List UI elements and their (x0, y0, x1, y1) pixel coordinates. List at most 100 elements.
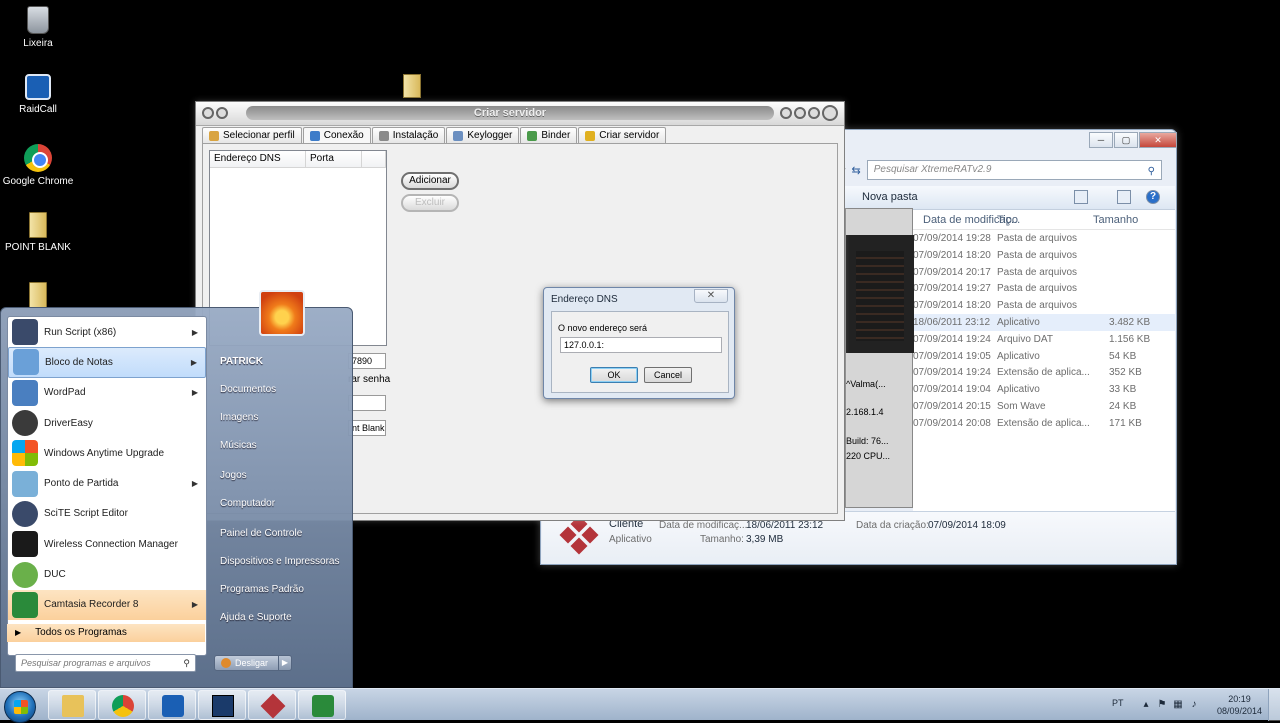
start-item-default-programs[interactable]: Programas Padrão (213, 576, 348, 604)
dialog-close-button[interactable]: ✕ (694, 289, 728, 303)
view-options-icon[interactable] (1074, 190, 1088, 204)
program-item[interactable]: Windows Anytime Upgrade (8, 438, 206, 468)
tray-arrow-icon[interactable]: ▴ (1140, 699, 1152, 711)
file-row[interactable]: 07/09/2014 19:28 Pasta de arquivos (913, 230, 1175, 247)
start-item-games[interactable]: Jogos (213, 462, 348, 490)
file-row[interactable]: 07/09/2014 19:05 Aplicativo 54 KB (913, 348, 1175, 365)
network-icon[interactable]: ▦ (1172, 699, 1184, 711)
ok-button[interactable]: OK (590, 367, 638, 383)
all-programs-button[interactable]: ▶ Todos os Programas (7, 624, 205, 642)
taskbar-camtasia[interactable] (298, 690, 346, 720)
start-item-computer[interactable]: Computador (213, 490, 348, 518)
windows-logo-icon (12, 440, 38, 467)
program-item[interactable]: WordPad ▶ (8, 378, 206, 408)
tab-select-profile[interactable]: Selecionar perfil (202, 127, 302, 143)
file-row[interactable]: 07/09/2014 19:24 Extensão de aplica... 352… (913, 364, 1175, 381)
file-row[interactable]: 07/09/2014 20:17 Pasta de arquivos (913, 264, 1175, 281)
dns-dialog[interactable]: Endereço DNS ✕ O novo endereço será 127.… (543, 287, 735, 399)
tab-installation[interactable]: Instalação (371, 127, 446, 143)
preview-window[interactable]: ^Valma(... 2.168.1.4 Build: 76... 220 CP… (845, 208, 914, 508)
start-search-input[interactable]: Pesquisar programas e arquivos ⚲ (15, 654, 196, 672)
flag-icon[interactable]: ⚑ (1156, 699, 1168, 711)
help-icon[interactable]: ? (1146, 190, 1160, 204)
desktop-icon-chrome[interactable]: Google Chrome (0, 144, 76, 187)
start-item-user[interactable]: PATRICK (213, 348, 348, 376)
file-row[interactable]: 07/09/2014 20:08 Extensão de aplica... 171… (913, 415, 1175, 432)
tab-keylogger[interactable]: Keylogger (446, 127, 520, 143)
file-row[interactable]: 07/09/2014 18:20 Pasta de arquivos (913, 247, 1175, 264)
column-port[interactable]: Porta (306, 151, 362, 168)
close-button[interactable]: ✕ (1139, 132, 1177, 148)
file-list[interactable]: Data de modificaç... Tipo Tamanho 07/09/… (913, 210, 1175, 514)
start-item-control-panel[interactable]: Painel de Controle (213, 520, 348, 548)
start-item-documents[interactable]: Documentos (213, 376, 348, 404)
program-item[interactable]: DUC (8, 559, 206, 589)
taskbar-explorer[interactable] (48, 690, 96, 720)
file-row[interactable]: 07/09/2014 20:15 Som Wave 24 KB (913, 398, 1175, 415)
clock-time: 20:19 (1228, 694, 1251, 704)
show-desktop-button[interactable] (1268, 689, 1280, 721)
title-bar[interactable]: Criar servidor (196, 102, 844, 126)
minimize-button[interactable]: ─ (1089, 132, 1113, 148)
program-item[interactable]: Wireless Connection Manager (8, 529, 206, 559)
password-field[interactable] (348, 395, 386, 411)
add-button[interactable]: Adicionar (401, 172, 459, 190)
preview-pane-icon[interactable] (1117, 190, 1131, 204)
program-item[interactable]: DriverEasy (8, 408, 206, 438)
details-modified-label: Data de modificaç... (659, 520, 748, 531)
program-item-hover[interactable]: Bloco de Notas ▶ (8, 347, 206, 378)
start-button[interactable] (4, 691, 36, 723)
search-icon[interactable]: ⚲ (183, 655, 190, 671)
column-extra[interactable] (362, 151, 386, 168)
desktop-icon-recycle-bin[interactable]: Lixeira (0, 6, 76, 49)
desktop-icon-raidcall[interactable]: RaidCall (0, 74, 76, 115)
program-item[interactable]: Ponto de Partida ▶ (8, 468, 206, 498)
program-item[interactable]: Run Script (x86) ▶ (8, 317, 206, 347)
search-placeholder: Pesquisar XtremeRATv2.9 (873, 164, 992, 175)
start-item-devices[interactable]: Dispositivos e Impressoras (213, 548, 348, 576)
taskbar-raidcall[interactable] (148, 690, 196, 720)
maximize-button[interactable]: ▢ (1114, 132, 1138, 148)
taskbar-xtremerat[interactable] (248, 690, 296, 720)
file-row[interactable]: 07/09/2014 18:20 Pasta de arquivos (913, 297, 1175, 314)
start-menu[interactable]: Run Script (x86) ▶ Bloco de Notas ▶ WordPa… (0, 290, 353, 688)
desktop-icon-point-blank[interactable]: POINT BLANK (0, 212, 76, 253)
file-row[interactable]: 07/09/2014 19:04 Aplicativo 33 KB (913, 381, 1175, 398)
refresh-icon[interactable]: ⇆ (852, 164, 861, 177)
connection-icon (309, 130, 320, 141)
wordpad-icon (12, 379, 38, 406)
window-controls[interactable] (780, 105, 838, 121)
user-avatar[interactable] (259, 290, 305, 336)
dns-address-input[interactable]: 127.0.0.1: (560, 337, 722, 353)
search-input[interactable]: Pesquisar XtremeRATv2.9 ⚲ (866, 160, 1162, 181)
cancel-button[interactable]: Cancel (644, 367, 692, 383)
taskbar-pb[interactable] (198, 690, 246, 720)
start-item-music[interactable]: Músicas (213, 432, 348, 460)
volume-icon[interactable]: ♪ (1188, 699, 1200, 711)
tab-connection[interactable]: Conexão (302, 127, 371, 143)
program-item[interactable]: Camtasia Recorder 8 ▶ (8, 589, 206, 620)
column-type[interactable]: Tipo (997, 214, 1018, 226)
language-indicator[interactable]: PT (1112, 698, 1124, 708)
column-size[interactable]: Tamanho (1093, 214, 1138, 226)
column-dns[interactable]: Endereço DNS (210, 151, 306, 168)
taskbar-chrome[interactable] (98, 690, 146, 720)
remove-button[interactable]: Excluir (401, 194, 459, 212)
start-item-help[interactable]: Ajuda e Suporte (213, 604, 348, 632)
file-row[interactable]: 07/09/2014 19:27 Pasta de arquivos (913, 280, 1175, 297)
program-label: Wireless Connection Manager (44, 538, 178, 550)
file-row-selected[interactable]: 18/06/2011 23:12 Aplicativo 3.482 KB (913, 313, 1175, 331)
clock[interactable]: 20:19 08/09/2014 (1217, 693, 1262, 717)
port-field[interactable]: 7890 (348, 353, 386, 369)
start-item-images[interactable]: Imagens (213, 404, 348, 432)
shutdown-options-button[interactable]: ▶ (278, 655, 292, 671)
shutdown-button[interactable]: Desligar ▶ (214, 655, 292, 671)
program-item[interactable]: SciTE Script Editor (8, 499, 206, 529)
dragged-file-icon[interactable] (403, 74, 421, 98)
tab-binder[interactable]: Binder (520, 127, 578, 143)
tab-create-server[interactable]: Criar servidor (578, 127, 667, 143)
file-row[interactable]: 07/09/2014 19:24 Arquivo DAT 1.156 KB (913, 331, 1175, 348)
search-icon[interactable]: ⚲ (1148, 163, 1155, 181)
mutex-field[interactable]: nt Blank (348, 420, 386, 436)
new-folder-button[interactable]: Nova pasta (862, 191, 918, 203)
